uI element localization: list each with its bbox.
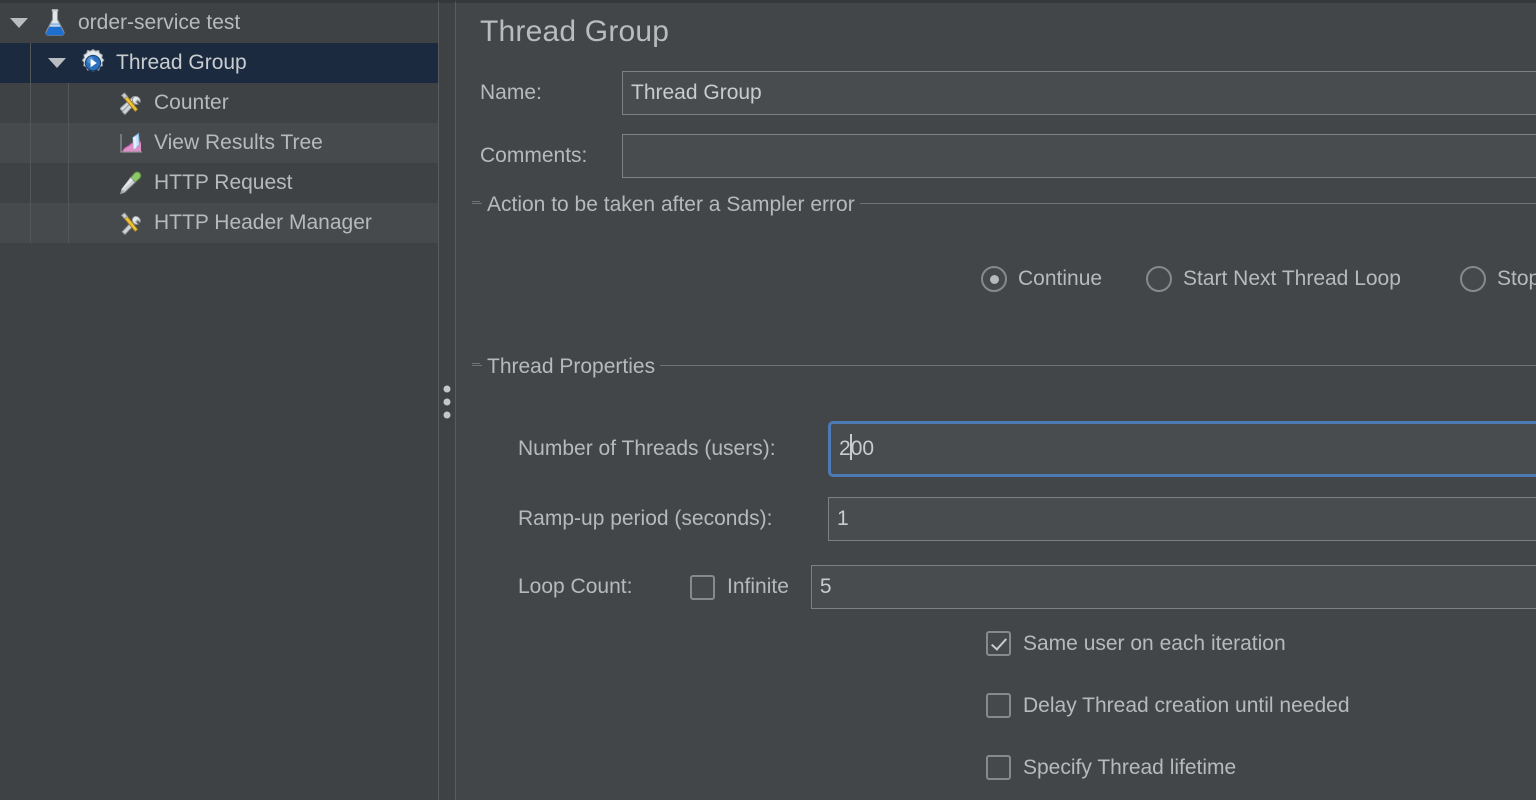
checkbox-delay-thread-creation[interactable]: Delay Thread creation until needed bbox=[986, 693, 1350, 718]
num-threads-value-after: 00 bbox=[850, 437, 875, 460]
tree-node-label: HTTP Header Manager bbox=[154, 211, 372, 234]
test-plan-tree[interactable]: order-service test Thread Group Counter … bbox=[0, 0, 438, 800]
ramp-up-row: Ramp-up period (seconds): 1 bbox=[518, 497, 1536, 541]
checkbox-label: Same user on each iteration bbox=[1023, 631, 1286, 655]
page-title: Thread Group bbox=[480, 15, 670, 48]
radio-button-icon bbox=[981, 266, 1007, 292]
loop-count-row: Loop Count: Infinite 5 bbox=[518, 565, 1536, 609]
comments-row: Comments: bbox=[480, 134, 1536, 178]
num-threads-input[interactable]: 200 bbox=[828, 421, 1536, 477]
splitter-dots-icon bbox=[443, 385, 451, 418]
thread-properties-groupbox: Thread Properties Number of Threads (use… bbox=[472, 355, 1536, 785]
checkbox-same-user-each-iteration[interactable]: Same user on each iteration bbox=[986, 631, 1286, 656]
thread-group-editor: Thread Group Name: Thread Group Comments… bbox=[456, 0, 1536, 800]
tree-node-label: HTTP Request bbox=[154, 171, 293, 194]
tree-node-label: View Results Tree bbox=[154, 131, 323, 154]
indent-guide bbox=[68, 203, 69, 243]
comments-label: Comments: bbox=[480, 144, 588, 167]
http-request-pipette-icon bbox=[114, 166, 148, 200]
tree-node-thread-group[interactable]: Thread Group bbox=[0, 43, 438, 83]
comments-input[interactable] bbox=[622, 134, 1536, 178]
infinite-checkbox-item[interactable]: Infinite bbox=[690, 574, 789, 600]
tree-node-view-results-tree[interactable]: View Results Tree bbox=[0, 123, 438, 163]
checkbox-icon bbox=[986, 693, 1011, 718]
sampler-error-groupbox: Action to be taken after a Sampler error… bbox=[472, 193, 1536, 323]
name-label: Name: bbox=[480, 81, 542, 104]
panel-splitter[interactable] bbox=[438, 0, 456, 800]
ramp-up-input[interactable]: 1 bbox=[828, 497, 1536, 541]
checkbox-icon bbox=[986, 631, 1011, 656]
checkbox-icon bbox=[986, 755, 1011, 780]
radio-label: Continue bbox=[1018, 267, 1103, 290]
checkbox-label: Delay Thread creation until needed bbox=[1023, 693, 1350, 717]
chevron-down-icon bbox=[48, 58, 66, 68]
radio-label: Stop Thread bbox=[1497, 267, 1536, 290]
checkbox-specify-thread-lifetime[interactable]: Specify Thread lifetime bbox=[986, 755, 1236, 780]
num-threads-label: Number of Threads (users): bbox=[518, 437, 776, 460]
loop-count-label: Loop Count: bbox=[518, 575, 633, 598]
groupbox-tick bbox=[472, 201, 480, 202]
counter-tools-icon bbox=[114, 86, 148, 120]
checkbox-label: Specify Thread lifetime bbox=[1023, 755, 1237, 779]
radio-label: Start Next Thread Loop bbox=[1183, 267, 1401, 290]
indent-guide bbox=[68, 83, 69, 123]
indent-guide bbox=[68, 163, 69, 203]
view-results-tree-chart-icon bbox=[114, 126, 148, 160]
expand-toggle-thread-group[interactable] bbox=[38, 58, 76, 68]
tree-node-http-request[interactable]: HTTP Request bbox=[0, 163, 438, 203]
tree-node-label: order-service test bbox=[78, 11, 241, 34]
radio-button-icon bbox=[1460, 266, 1486, 292]
tree-node-label: Thread Group bbox=[116, 51, 247, 74]
radio-button-icon bbox=[1146, 266, 1172, 292]
radio-stop-thread[interactable]: Stop Thread bbox=[1460, 266, 1536, 292]
jmeter-window: order-service test Thread Group Counter … bbox=[0, 0, 1536, 800]
header-manager-tools-icon bbox=[114, 206, 148, 240]
expand-toggle-test-plan[interactable] bbox=[0, 18, 38, 28]
num-threads-row: Number of Threads (users): 200 bbox=[518, 421, 1536, 477]
radio-start-next-thread-loop[interactable]: Start Next Thread Loop bbox=[1146, 266, 1401, 292]
name-row: Name: Thread Group bbox=[480, 71, 1536, 115]
tree-node-counter[interactable]: Counter bbox=[0, 83, 438, 123]
tree-node-label: Counter bbox=[154, 91, 229, 114]
tree-node-http-header-manager[interactable]: HTTP Header Manager bbox=[0, 203, 438, 243]
infinite-label: Infinite bbox=[727, 575, 789, 598]
name-input[interactable]: Thread Group bbox=[622, 71, 1536, 115]
ramp-up-label: Ramp-up period (seconds): bbox=[518, 507, 773, 530]
chevron-down-icon bbox=[10, 18, 28, 28]
flask-icon bbox=[38, 6, 72, 40]
checkbox-icon bbox=[690, 574, 715, 600]
thread-group-gear-icon bbox=[76, 46, 110, 80]
sampler-error-group-title: Action to be taken after a Sampler error bbox=[482, 193, 860, 217]
tree-node-test-plan[interactable]: order-service test bbox=[0, 3, 438, 43]
indent-guide bbox=[30, 43, 31, 240]
groupbox-tick bbox=[472, 363, 480, 364]
indent-guide bbox=[68, 123, 69, 163]
thread-properties-group-title: Thread Properties bbox=[482, 355, 661, 379]
loop-count-input[interactable]: 5 bbox=[810, 565, 1536, 609]
radio-continue[interactable]: Continue bbox=[981, 266, 1102, 292]
